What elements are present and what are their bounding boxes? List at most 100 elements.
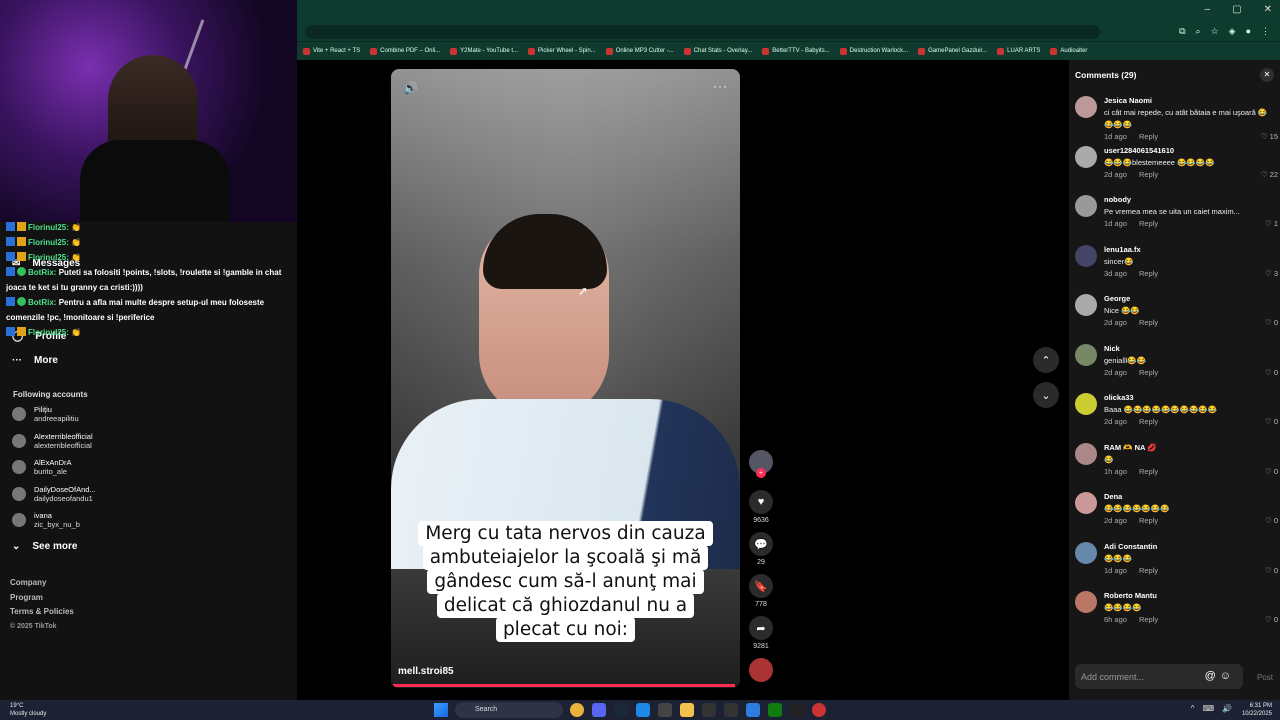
- comment-username[interactable]: Adi Constantin: [1104, 542, 1157, 551]
- app-icon[interactable]: [812, 703, 826, 717]
- reply-button[interactable]: Reply: [1139, 318, 1158, 327]
- video-player[interactable]: 🔊 ··· Merg cu tata nervos din cauza ambu…: [391, 69, 740, 688]
- reply-button[interactable]: Reply: [1139, 516, 1158, 525]
- previous-video-button[interactable]: ⌃: [1033, 347, 1059, 373]
- bookmark-item[interactable]: Audioalter: [1050, 47, 1087, 55]
- bookmark-item[interactable]: Destruction Warlock...: [839, 47, 908, 55]
- reply-button[interactable]: Reply: [1139, 368, 1158, 377]
- minimize-icon[interactable]: –: [1205, 4, 1211, 15]
- profile-icon[interactable]: ●: [1246, 26, 1251, 37]
- install-icon[interactable]: ⧉: [1179, 26, 1185, 37]
- chat-username[interactable]: BotRix:: [28, 298, 56, 307]
- vscode-icon[interactable]: [636, 703, 650, 717]
- like-button[interactable]: ♥: [749, 490, 773, 514]
- comment-like-button[interactable]: ♡ 0: [1265, 467, 1278, 476]
- app-icon[interactable]: [724, 703, 738, 717]
- chat-username[interactable]: Florinul25:: [28, 238, 69, 247]
- bookmark-item[interactable]: Picker Wheel - Spin...: [528, 47, 596, 55]
- address-bar[interactable]: [305, 25, 1100, 39]
- volume-icon[interactable]: 🔊: [403, 81, 418, 95]
- comment-like-button[interactable]: ♡ 0: [1265, 368, 1278, 377]
- bookmark-item[interactable]: Chat Stats - Overlay...: [683, 47, 752, 55]
- footer-program[interactable]: Program: [10, 591, 74, 606]
- network-icon[interactable]: ⌨: [1202, 704, 1214, 713]
- comment-username[interactable]: RAM 🫶 NA 💋: [1104, 443, 1157, 452]
- comment-like-button[interactable]: ♡ 0: [1265, 516, 1278, 525]
- comment-button[interactable]: 💬: [749, 532, 773, 556]
- chat-username[interactable]: Florinul25:: [28, 328, 69, 337]
- avatar[interactable]: [1075, 96, 1097, 118]
- reply-button[interactable]: Reply: [1139, 615, 1158, 624]
- steam-icon[interactable]: [614, 703, 628, 717]
- reply-button[interactable]: Reply: [1139, 467, 1158, 476]
- discord-icon[interactable]: [592, 703, 606, 717]
- app-icon[interactable]: [746, 703, 760, 717]
- bookmark-item[interactable]: Vite + React + TS: [303, 47, 360, 55]
- chat-username[interactable]: Florinul25:: [28, 253, 69, 262]
- reply-button[interactable]: Reply: [1139, 417, 1158, 426]
- close-comments-button[interactable]: ✕: [1260, 68, 1274, 82]
- avatar[interactable]: [1075, 591, 1097, 613]
- avatar[interactable]: [1075, 492, 1097, 514]
- bookmark-item[interactable]: BetterTTV - Babyits...: [762, 47, 830, 55]
- footer-company[interactable]: Company: [10, 576, 74, 591]
- weather-widget[interactable]: 19°C Mostly cloudy: [10, 702, 46, 718]
- maximize-icon[interactable]: ▢: [1232, 4, 1241, 15]
- reply-button[interactable]: Reply: [1139, 566, 1158, 575]
- share-button[interactable]: ➦: [749, 616, 773, 640]
- see-more-button[interactable]: ⌄ See more: [12, 541, 77, 552]
- video-author[interactable]: mell.stroi85: [398, 666, 454, 677]
- xbox-icon[interactable]: [768, 703, 782, 717]
- avatar[interactable]: [1075, 541, 1097, 564]
- comment-like-button[interactable]: ♡ 0: [1265, 566, 1278, 575]
- app-icon[interactable]: [702, 703, 716, 717]
- comment-like-button[interactable]: ♡ 0: [1265, 615, 1278, 624]
- taskbar-search[interactable]: Search: [455, 702, 563, 718]
- following-account[interactable]: DailyDoseOfAnd... dailydoseofandu1: [12, 485, 96, 503]
- comment-like-button[interactable]: ♡ 0: [1265, 318, 1278, 327]
- post-comment-button[interactable]: Post: [1257, 673, 1273, 682]
- avatar[interactable]: [1075, 145, 1097, 168]
- reply-button[interactable]: Reply: [1139, 269, 1158, 278]
- chat-username[interactable]: Florinul25:: [28, 223, 69, 232]
- avatar[interactable]: [1075, 343, 1097, 366]
- creator-avatar[interactable]: +: [749, 450, 773, 478]
- bookmark-item[interactable]: GamePanel Gazduir...: [918, 47, 987, 55]
- avatar[interactable]: [1075, 393, 1097, 415]
- following-account[interactable]: ivana zic_byx_nu_b: [12, 511, 80, 529]
- app-icon[interactable]: [658, 703, 672, 717]
- bookmark-item[interactable]: LUAR ARTS: [997, 47, 1040, 55]
- app-icon[interactable]: [790, 703, 804, 717]
- mention-emoji-icons[interactable]: @☺: [1205, 670, 1235, 682]
- windows-start-icon[interactable]: [434, 703, 448, 717]
- reply-button[interactable]: Reply: [1139, 132, 1158, 141]
- bookmark-star-icon[interactable]: ☆: [1211, 26, 1219, 37]
- next-video-button[interactable]: ⌄: [1033, 382, 1059, 408]
- following-account[interactable]: Piliţiu andreeapilitiu: [12, 405, 79, 423]
- extensions-icon[interactable]: ◈: [1229, 26, 1236, 37]
- comment-like-button[interactable]: ♡ 0: [1265, 417, 1278, 426]
- taskbar-clock[interactable]: 6:31 PM 10/22/2025: [1242, 702, 1272, 718]
- comment-like-button[interactable]: ♡ 15: [1261, 132, 1278, 141]
- comment-username[interactable]: Nick: [1104, 344, 1120, 353]
- comment-like-button[interactable]: ♡ 22: [1261, 170, 1278, 179]
- comment-username[interactable]: Jesica Naomi: [1104, 96, 1152, 105]
- reply-button[interactable]: Reply: [1139, 170, 1158, 179]
- video-progress-bar[interactable]: [393, 684, 735, 687]
- reply-button[interactable]: Reply: [1139, 219, 1158, 228]
- tray-arrow-icon[interactable]: ^: [1191, 704, 1195, 713]
- comment-username[interactable]: George: [1104, 294, 1130, 303]
- zoom-icon[interactable]: ⌕: [1196, 26, 1201, 37]
- following-account[interactable]: Alexterribleofficial alexterribleofficial: [12, 432, 93, 450]
- file-explorer-icon[interactable]: [680, 703, 694, 717]
- bookmark-item[interactable]: Y2Mate - YouTube t...: [450, 47, 518, 55]
- comment-username[interactable]: Dena: [1104, 492, 1122, 501]
- avatar[interactable]: [1075, 294, 1097, 316]
- chat-username[interactable]: BotRix:: [28, 268, 56, 277]
- browser-menu-icon[interactable]: ⋮: [1261, 26, 1270, 37]
- comment-username[interactable]: user1284061541610: [1104, 146, 1174, 155]
- avatar[interactable]: [1075, 442, 1097, 465]
- footer-terms[interactable]: Terms & Policies: [10, 605, 74, 620]
- comment-username[interactable]: olicka33: [1104, 393, 1134, 402]
- nav-more[interactable]: ··· More: [12, 355, 58, 366]
